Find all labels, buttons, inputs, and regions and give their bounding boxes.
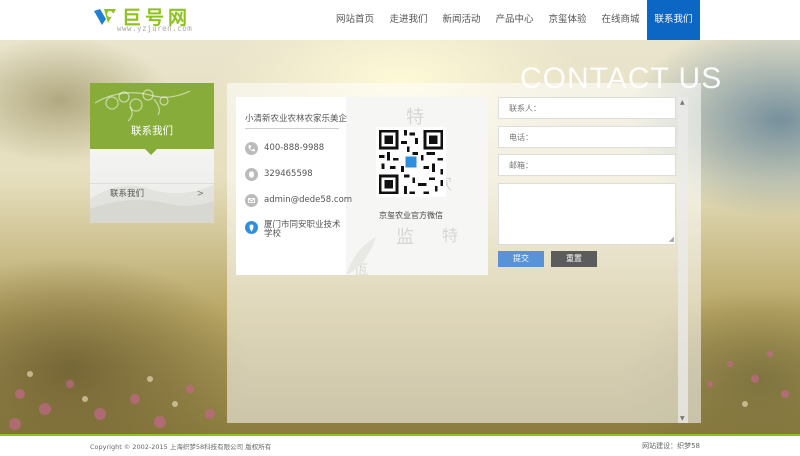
- qr-code: [376, 127, 446, 197]
- contact-name-input[interactable]: [498, 97, 676, 119]
- message-textarea[interactable]: ◢: [498, 183, 676, 245]
- nav-shop[interactable]: 在线商城: [594, 0, 647, 40]
- site-footer: Copyright © 2002-2015 上海织梦58科技有限公司 版权所有 …: [0, 434, 800, 456]
- site-builder-credit[interactable]: 网站建设：织梦58: [642, 441, 700, 451]
- qq-row: 329465598: [245, 166, 313, 182]
- logo-url: www.yzjuren.com: [117, 24, 193, 33]
- phone-row: 400-888-9988: [245, 140, 324, 156]
- mail-icon: [245, 193, 258, 207]
- site-header: 巨号网 www.yzjuren.com 网站首页 走进我们 新闻活动 产品中心 …: [0, 0, 800, 40]
- nav-about[interactable]: 走进我们: [382, 0, 435, 40]
- divider: [245, 128, 339, 129]
- sidebar-item-contact[interactable]: 联系我们 >: [90, 183, 214, 203]
- address-row: 厦门市同安职业技术学校: [245, 221, 342, 241]
- qq-icon: [245, 167, 258, 181]
- logo-mark-icon: [94, 9, 116, 25]
- qr-label: 京玺农业官方微信: [379, 211, 443, 220]
- company-name: 小清新农业农林农家乐美企: [245, 114, 348, 124]
- fruit-branch-decoration: [94, 89, 191, 122]
- scroll-up-icon[interactable]: ▲: [680, 99, 685, 106]
- reset-button[interactable]: 重置: [551, 251, 597, 267]
- chevron-right-icon: >: [196, 189, 204, 199]
- nav-products[interactable]: 产品中心: [488, 0, 541, 40]
- scroll-down-icon[interactable]: ▼: [680, 415, 685, 422]
- sidebar-item-label: 联系我们: [110, 189, 145, 199]
- nav-home[interactable]: 网站首页: [328, 0, 382, 40]
- sidebar-notch: [145, 149, 157, 155]
- svg-text:特: 特: [406, 107, 424, 128]
- copyright-text: Copyright © 2002-2015 上海织梦58科技有限公司 版权所有: [90, 443, 272, 451]
- email-row: admin@dede58.com: [245, 192, 352, 208]
- email-address[interactable]: admin@dede58.com: [264, 195, 352, 205]
- sidebar-header: 联系我们: [90, 83, 214, 149]
- sidebar-title: 联系我们: [131, 125, 173, 137]
- qq-number: 329465598: [264, 168, 313, 179]
- location-pin-icon: [245, 221, 258, 234]
- nav-news[interactable]: 新闻活动: [435, 0, 488, 40]
- svg-text:特: 特: [442, 226, 458, 245]
- svg-text:监: 监: [396, 227, 414, 248]
- nav-experience[interactable]: 京玺体验: [541, 0, 594, 40]
- phone-input[interactable]: [498, 126, 676, 148]
- nav-contact[interactable]: 联系我们: [647, 0, 700, 40]
- submit-button[interactable]: 提交: [498, 251, 544, 267]
- address: 厦门市同安职业技术学校: [264, 220, 341, 239]
- email-input[interactable]: [498, 154, 676, 176]
- contact-info-card: 特 饮 监 特 佤 小清新农业农林农家乐美企 400-888-9988 3294…: [236, 97, 488, 275]
- resize-grip-icon[interactable]: ◢: [669, 235, 674, 243]
- phone-number: 400-888-9988: [264, 142, 325, 153]
- phone-icon: [245, 141, 258, 155]
- main-nav: 网站首页 走进我们 新闻活动 产品中心 京玺体验 在线商城 联系我们: [328, 0, 700, 40]
- site-logo[interactable]: 巨号网 www.yzjuren.com: [92, 3, 202, 37]
- panel-scrollbar[interactable]: ▲ ▼: [678, 97, 688, 423]
